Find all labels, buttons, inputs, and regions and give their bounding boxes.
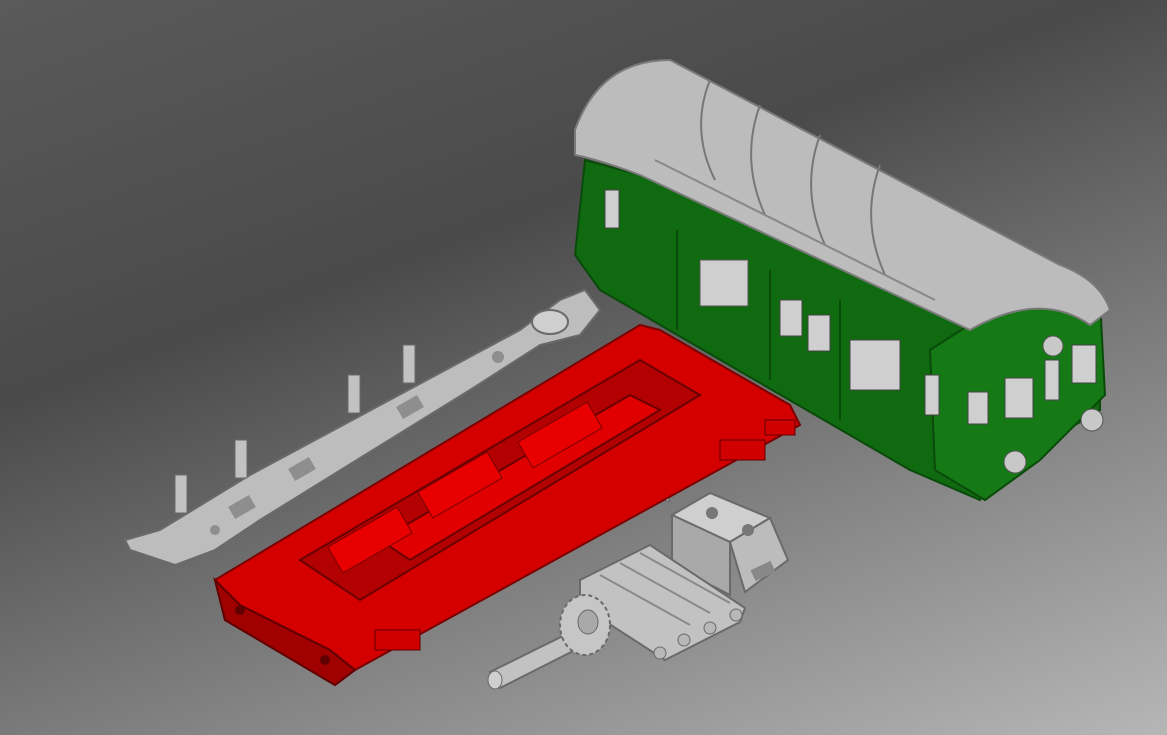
- chassis-pad: [374, 629, 421, 651]
- bracket-lug: [729, 608, 743, 622]
- beam-pivot-cylinder: [531, 309, 569, 335]
- front-window: [1004, 377, 1034, 419]
- vent-grille: [699, 259, 749, 307]
- side-window: [807, 314, 831, 352]
- bracket-lug: [677, 633, 691, 647]
- beam-bracket: [174, 474, 188, 514]
- block-hole: [706, 507, 718, 519]
- side-window: [849, 339, 901, 391]
- headlight: [1042, 335, 1064, 357]
- side-window: [779, 299, 803, 337]
- chassis-pad: [719, 439, 766, 461]
- cad-scene[interactable]: [0, 0, 1167, 735]
- front-window: [1071, 344, 1097, 384]
- beam-hole: [492, 351, 504, 363]
- beam-bracket: [402, 344, 416, 384]
- front-window: [1044, 359, 1060, 401]
- gear-hub: [577, 609, 599, 635]
- front-window: [967, 391, 989, 425]
- beam-bracket: [347, 374, 361, 414]
- buffer: [1003, 450, 1027, 474]
- axle-end: [487, 670, 503, 690]
- buffer: [1080, 408, 1104, 432]
- cad-viewport[interactable]: [0, 0, 1167, 735]
- chassis-hole: [235, 605, 245, 615]
- chassis-pad: [764, 419, 796, 436]
- bracket-lug: [653, 646, 667, 660]
- gear-axle[interactable]: [487, 594, 611, 690]
- beam-hole: [210, 525, 220, 535]
- side-window: [604, 189, 620, 229]
- bracket-lug: [703, 621, 717, 635]
- block-hole: [742, 524, 754, 536]
- beam-bracket: [234, 439, 248, 479]
- chassis-hole: [320, 655, 330, 665]
- side-window: [924, 374, 940, 416]
